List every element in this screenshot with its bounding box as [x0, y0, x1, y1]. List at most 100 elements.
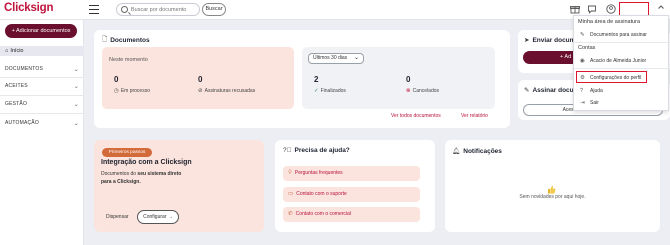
current-label: Neste momento	[109, 57, 148, 63]
chat-bubble-icon: ▭	[288, 191, 294, 197]
chevron-down-icon: ⌄	[73, 121, 79, 127]
sidebar-section-label: AUTOMAÇÃO	[5, 120, 39, 126]
card-title-text: Documentos	[110, 37, 150, 44]
clicksign-logo[interactable]: Clicksign	[4, 2, 54, 14]
sidebar-section-gestao[interactable]: GESTÃO ⌄	[5, 101, 79, 108]
chevron-down-icon: ⌄	[353, 55, 359, 61]
contact-support-link[interactable]: ▭ Contato com o suporte	[283, 187, 420, 202]
help-item-label: Perguntas frequentes	[294, 170, 343, 176]
stat-label: Assinaturas recusadas	[204, 88, 256, 94]
search-input[interactable]	[131, 5, 199, 15]
menu-icon[interactable]	[89, 5, 99, 14]
dropdown-section-accounts: Contas	[578, 45, 596, 51]
send-icon: ➤	[524, 37, 530, 44]
cancelled-count: 0	[406, 75, 411, 84]
refused-icon: ⊘	[198, 88, 203, 94]
gift-icon[interactable]	[569, 4, 580, 15]
help-card: ?⃝ Precisa de ajuda? 💡︎ Perguntas frequent…	[275, 140, 435, 232]
menu-item-profile-settings[interactable]: ⚙ Configurações do perfil	[580, 75, 641, 81]
lightbulb-icon: 💡︎	[288, 170, 292, 176]
chevron-down-icon: ⌄	[73, 84, 79, 90]
notifications-card-title: 🔔︎ Notificações	[452, 147, 502, 156]
send-card-title: ➤ Enviar docume	[524, 36, 579, 45]
notifications-empty-text: Sem novidades por aqui hoje.	[519, 194, 586, 200]
sidebar-item-home[interactable]: ⌂ Início	[0, 46, 84, 56]
chat-icon[interactable]	[586, 4, 597, 15]
finished-link[interactable]: ✓ Finalizados	[314, 88, 346, 94]
view-all-documents-link[interactable]: Ver todos documentos	[391, 113, 441, 119]
period-select[interactable]: Últimos 30 dias ⌄	[308, 53, 364, 64]
menu-item-logout[interactable]: ⇥ Sair	[580, 100, 599, 106]
refused-count: 0	[198, 75, 203, 84]
menu-item-documents-to-sign[interactable]: ✎ Documentos para assinar	[580, 32, 647, 38]
menu-item-label: Configurações do perfil	[590, 75, 642, 81]
stat-label: Em processo	[120, 88, 150, 94]
chevron-down-icon: ⌄	[73, 67, 79, 73]
cancelled-link[interactable]: ⊗ Cancelados	[406, 88, 439, 94]
stat-label: Finalizados	[320, 88, 346, 94]
help-card-title: ?⃝ Precisa de ajuda?	[283, 147, 350, 154]
sidebar-section-documentos[interactable]: DOCUMENTOS ⌄	[5, 66, 79, 73]
search-icon	[121, 6, 128, 13]
refused-link[interactable]: ⊘ Assinaturas recusadas	[198, 88, 255, 94]
dismiss-button[interactable]: Dispensar	[106, 214, 129, 220]
home-icon: ⌂	[5, 48, 9, 54]
menu-item-label: Documentos para assinar	[590, 32, 647, 38]
menu-item-label: Acacio de Almeida Junior	[590, 58, 647, 64]
pen-icon: ✎	[524, 87, 530, 94]
user-avatar-icon[interactable]	[605, 4, 616, 15]
menu-item-help[interactable]: ? Ajuda	[580, 88, 603, 94]
sidebar-section-label: GESTÃO	[5, 101, 28, 107]
divider	[574, 42, 670, 43]
period-status-panel: Últimos 30 dias ⌄ 2 ✓ Finalizados 0 ⊗ Canc…	[302, 47, 495, 109]
account-icon: ◉	[580, 58, 585, 64]
onboarding-text: Documentos do seu sistema direto para a …	[101, 170, 186, 186]
user-gear-icon: ⚙	[580, 75, 585, 81]
onboarding-card: Primeiros passos Integração com a Clicks…	[94, 140, 264, 232]
bell-icon: 🔔︎	[452, 148, 461, 155]
sidebar-section-aceites[interactable]: ACEITES ⌄	[5, 83, 79, 90]
add-documents-button[interactable]: + Adicionar documentos	[5, 24, 77, 38]
logout-icon: ⇥	[580, 100, 585, 106]
sidebar-item-label: Início	[10, 48, 24, 54]
user-dropdown-menu: Minha área de assinatura ✎ Documentos par…	[573, 15, 670, 111]
top-bar: Clicksign Buscar	[0, 0, 670, 20]
search-field[interactable]	[116, 3, 200, 16]
configure-button[interactable]: Configurar →	[137, 210, 179, 224]
menu-item-label: Ajuda	[590, 88, 603, 94]
card-title-text: Assinar docu	[532, 86, 574, 94]
divider	[0, 77, 84, 78]
faq-link[interactable]: 💡︎ Perguntas frequentes	[283, 166, 420, 181]
help-circle-icon: ?⃝	[283, 147, 292, 154]
contact-sales-link[interactable]: ✆ Contato com o comercial	[283, 207, 420, 222]
onboarding-text-plain: Documentos do	[101, 171, 138, 177]
in-process-link[interactable]: ◷ Em processo	[114, 88, 150, 94]
sidebar-section-label: DOCUMENTOS	[5, 66, 44, 72]
dropdown-section-signature: Minha área de assinatura	[578, 19, 641, 25]
chevron-up-icon[interactable]	[655, 3, 666, 14]
documents-card: 🗋 Documentos Neste momento 0 ◷ Em processo…	[94, 30, 510, 128]
check-circle-icon: ✓	[314, 88, 319, 94]
sign-card-title: ✎ Assinar docu	[524, 86, 574, 95]
sidebar: + Adicionar documentos ⌂ Início DOCUMENTO…	[0, 20, 84, 245]
first-steps-badge: Primeiros passos	[102, 148, 152, 157]
menu-item-label: Sair	[590, 100, 599, 106]
card-title-text: Precisa de ajuda?	[294, 147, 350, 154]
menu-item-account[interactable]: ◉ Acacio de Almeida Junior	[580, 58, 646, 64]
help-circle-icon: ?	[580, 88, 584, 94]
document-icon: 🗋	[102, 36, 108, 43]
view-report-link[interactable]: Ver relatório	[461, 113, 488, 119]
period-select-value: Últimos 30 dias	[313, 55, 348, 61]
in-process-count: 0	[114, 75, 119, 84]
current-status-panel: Neste momento 0 ◷ Em processo 0 ⊘ Assinatu…	[102, 47, 294, 109]
pen-icon: ✎	[580, 32, 585, 38]
card-title-text: Notificações	[463, 147, 502, 155]
sidebar-section-automacao[interactable]: AUTOMAÇÃO ⌄	[5, 120, 79, 127]
clock-icon: ◷	[114, 88, 119, 94]
notifications-card: 🔔︎ Notificações Sem novidades por aqui ho…	[445, 140, 660, 232]
help-item-label: Contato com o suporte	[296, 191, 347, 197]
help-item-label: Contato com o comercial	[295, 211, 351, 217]
search-button[interactable]: Buscar	[202, 3, 226, 16]
sidebar-section-label: ACEITES	[5, 83, 28, 89]
onboarding-title: Integração com a Clicksign	[101, 159, 192, 166]
